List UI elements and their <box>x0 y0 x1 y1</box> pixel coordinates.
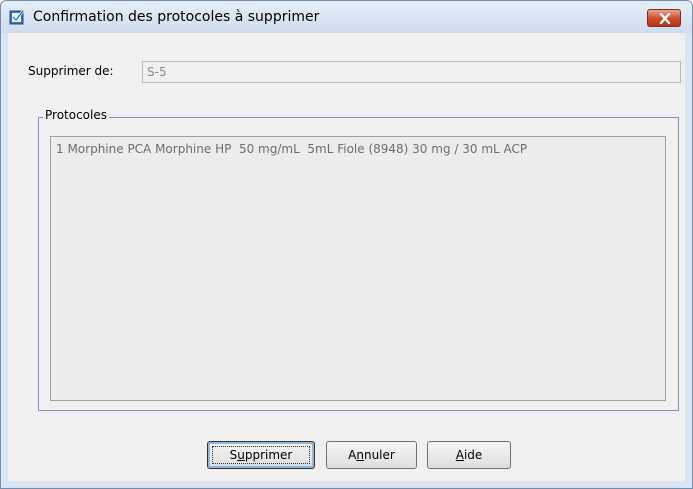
title-bar[interactable]: Confirmation des protocoles à supprimer <box>1 1 692 33</box>
window-title: Confirmation des protocoles à supprimer <box>33 9 320 25</box>
cancel-button[interactable]: Annuler <box>326 441 417 469</box>
protocols-group-label: Protocoles <box>43 107 109 123</box>
help-button[interactable]: Aide <box>427 441 511 469</box>
list-item[interactable]: 1 Morphine PCA Morphine HP 50 mg/mL 5mL … <box>56 142 527 156</box>
cancel-button-label: Annuler <box>348 448 395 462</box>
delete-from-field[interactable]: S-5 <box>142 61 681 83</box>
delete-from-label: Supprimer de: <box>28 64 114 78</box>
close-button[interactable] <box>647 9 681 27</box>
protocols-list[interactable]: 1 Morphine PCA Morphine HP 50 mg/mL 5mL … <box>50 136 666 401</box>
delete-button[interactable]: Supprimer <box>207 441 315 469</box>
focus-indicator <box>212 446 310 464</box>
checkbox-icon <box>9 9 25 25</box>
close-icon <box>659 13 671 24</box>
help-button-label: Aide <box>455 448 483 462</box>
